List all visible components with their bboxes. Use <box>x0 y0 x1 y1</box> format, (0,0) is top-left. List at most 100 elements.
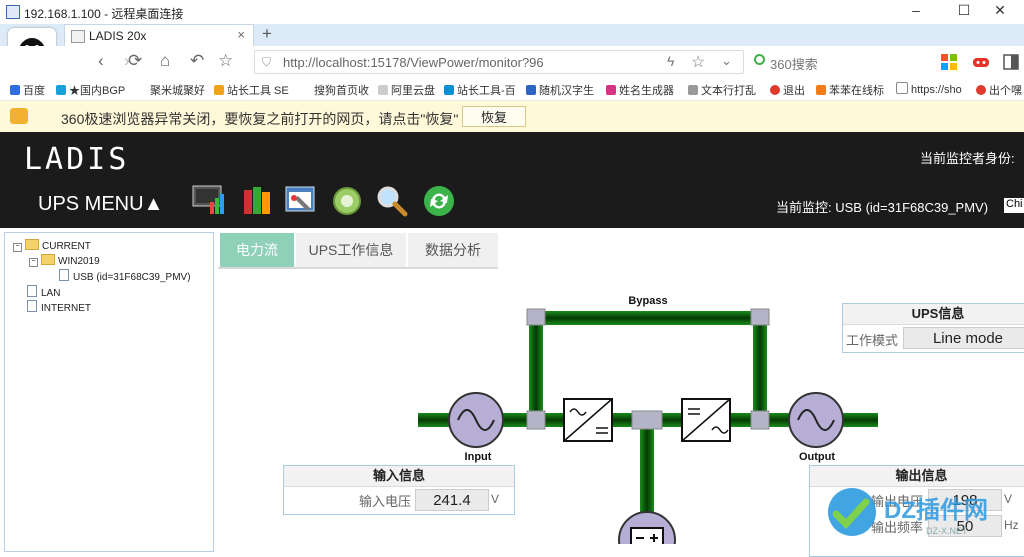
bookmark-item[interactable]: 随机汉字生 <box>526 82 594 98</box>
control-disc-icon[interactable] <box>330 184 364 218</box>
collapse-icon[interactable]: − <box>29 258 38 267</box>
bookmark-item[interactable]: 退出 <box>770 82 805 98</box>
output-label: Output <box>799 451 835 463</box>
ups-info-title: UPS信息 <box>843 304 1024 325</box>
monitor-chart-icon[interactable] <box>192 184 226 218</box>
close-window-button[interactable]: ✕ <box>980 2 1020 19</box>
restore-button[interactable]: 恢复 <box>462 106 526 127</box>
logo: LADIS <box>24 142 130 177</box>
address-bar[interactable]: ⛉ http://localhost:15178/ViewPower/monit… <box>254 50 744 74</box>
bypass-right-line <box>753 325 767 419</box>
back-icon[interactable]: ‹ <box>98 51 104 71</box>
bypass-label: Bypass <box>628 295 667 307</box>
bookmark-item[interactable]: 站长工具-百 <box>444 82 516 98</box>
battery-icon <box>618 511 676 557</box>
rectifier-icon <box>563 398 613 442</box>
bookmarks-bar: 百度 ★国内BGP 聚米城聚好 站长工具 SE 搜狗首页收 阿里云盘 站长工具-… <box>0 78 1024 101</box>
tree-node-current[interactable]: − CURRENT <box>13 239 91 252</box>
url-text[interactable]: http://localhost:15178/ViewPower/monitor… <box>283 55 544 70</box>
watermark-text: DZ插件网 <box>884 497 988 524</box>
bypass-left-line <box>529 325 543 419</box>
connector <box>526 410 546 430</box>
app-header: LADIS UPS MENU▲ 当前监控者身份: 当前监控: USB (id=3… <box>0 132 1024 228</box>
chevron-down-icon[interactable]: ⌄ <box>721 53 732 69</box>
language-select[interactable]: Chi <box>1004 198 1024 213</box>
connector <box>526 308 546 326</box>
security-shield-icon: ⛉ <box>262 55 272 69</box>
bookmark-item[interactable]: 文本行打乱 <box>688 82 756 98</box>
input-voltage-value: 241.4 <box>415 489 489 511</box>
watermark-subtext: DZ-X.NET <box>926 526 968 536</box>
current-monitor-label: 当前监控: USB (id=31F68C39_PMV) <box>776 200 989 215</box>
bookmark-item[interactable]: 聚米城聚好 <box>150 82 205 98</box>
bookmark-item[interactable]: 姓名生成器 <box>606 82 674 98</box>
window-title: 192.168.1.100 - 远程桌面连接 <box>24 7 184 21</box>
browser-tab[interactable]: LADIS 20x × <box>64 24 254 46</box>
minimize-button[interactable]: – <box>896 2 936 18</box>
favorite-star-icon[interactable]: ☆ <box>218 51 233 71</box>
search-engine-icon <box>754 54 765 65</box>
bookmark-item[interactable]: 搜狗首页收 <box>314 82 369 98</box>
restore-session-icon <box>10 108 28 124</box>
ups-menu-button[interactable]: UPS MENU▲ <box>38 193 163 216</box>
collapse-icon[interactable]: − <box>13 243 22 252</box>
home-icon[interactable]: ⌂ <box>160 51 170 71</box>
tree-node-host[interactable]: − WIN2019 <box>29 254 100 267</box>
input-label: Input <box>465 451 492 463</box>
document-icon <box>27 300 37 312</box>
tab-underline <box>218 267 498 269</box>
watermark-logo: DZ插件网 DZ-X.NET <box>822 480 1024 544</box>
configuration-books-icon[interactable] <box>240 184 274 218</box>
bookmark-item[interactable]: 站长工具 SE <box>214 82 289 98</box>
sidebar-panel-icon[interactable] <box>1002 53 1020 71</box>
restore-session-bar: 360极速浏览器异常关闭，要恢复之前打开的网页，请点击"恢复" 恢复 <box>0 101 1024 133</box>
input-voltage-label: 输入电压 <box>359 494 412 509</box>
tab-data-analysis[interactable]: 数据分析 <box>408 233 498 267</box>
search-magnifier-icon[interactable] <box>374 184 408 218</box>
connector <box>750 410 770 430</box>
restore-window-button[interactable]: ☐ <box>944 2 984 19</box>
bookmark-item[interactable]: 阿里云盘 <box>378 82 435 98</box>
ups-info-panel: UPS信息 工作模式 Line mode <box>842 303 1024 353</box>
bypass-line <box>536 311 761 325</box>
tree-node-device[interactable]: USB (id=31F68C39_PMV) <box>59 269 191 283</box>
bookmark-item[interactable]: ★国内BGP <box>56 82 125 98</box>
speed-mode-icon[interactable]: ϟ <box>667 53 674 69</box>
settings-tools-icon[interactable] <box>284 184 318 218</box>
connector <box>631 410 663 430</box>
output-load-icon <box>788 392 844 448</box>
reload-icon[interactable]: ⟳ <box>128 51 142 71</box>
tab-favicon-icon <box>71 30 85 43</box>
monitor-identity-label: 当前监控者身份: <box>920 151 1015 166</box>
work-mode-label: 工作模式 <box>846 333 899 348</box>
folder-icon <box>41 254 55 265</box>
tree-node-internet[interactable]: INTERNET <box>27 300 91 314</box>
game-icon[interactable] <box>972 53 990 71</box>
input-voltage-unit: V <box>491 492 500 506</box>
bookmark-star-icon[interactable]: ☆ <box>691 52 705 72</box>
bookmark-item[interactable]: 出个嘿 <box>976 82 1022 98</box>
connector <box>750 308 770 326</box>
bookmark-item[interactable]: 苯苯在线标 <box>816 82 884 98</box>
input-source-icon <box>448 392 504 448</box>
search-placeholder[interactable]: 360搜索 <box>770 54 818 73</box>
bookmark-item[interactable]: 百度 <box>10 82 45 98</box>
new-tab-button[interactable]: + <box>262 24 272 44</box>
device-tree: − CURRENT − WIN2019 USB (id=31F68C39_PMV) … <box>4 232 214 552</box>
tab-title: LADIS 20x <box>89 29 147 43</box>
tree-node-lan[interactable]: LAN <box>27 285 60 299</box>
tab-ups-work-info[interactable]: UPS工作信息 <box>296 233 406 267</box>
tab-close-icon[interactable]: × <box>237 27 245 42</box>
restore-message: 360极速浏览器异常关闭，要恢复之前打开的网页，请点击"恢复" <box>61 111 459 127</box>
apps-grid-icon[interactable] <box>940 53 958 71</box>
remote-desktop-title-bar: 192.168.1.100 - 远程桌面连接 – ☐ ✕ <box>0 0 1024 25</box>
bookmark-item[interactable]: https://sho <box>896 82 962 96</box>
undo-close-icon[interactable]: ↶ <box>190 51 204 71</box>
inverter-icon <box>681 398 731 442</box>
search-input[interactable]: 360搜索 <box>750 50 900 74</box>
tab-power-flow[interactable]: 电力流 <box>220 233 294 267</box>
document-icon <box>59 269 69 281</box>
refresh-icon[interactable] <box>422 184 456 218</box>
work-mode-value: Line mode <box>903 327 1024 349</box>
folder-icon <box>25 239 39 250</box>
